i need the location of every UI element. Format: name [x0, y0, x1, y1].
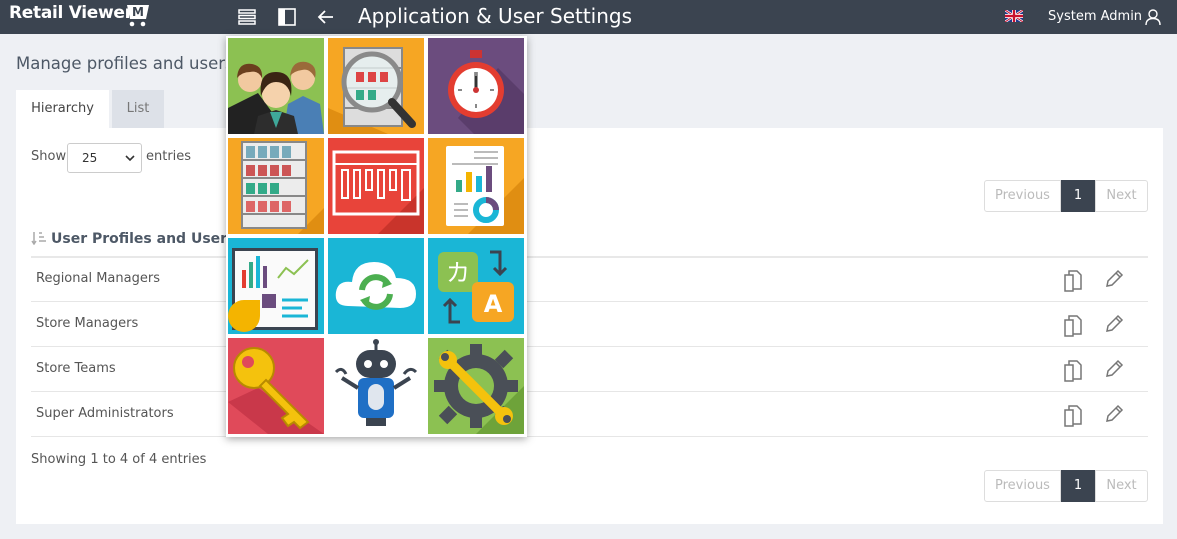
uk-flag-icon[interactable]	[1005, 10, 1023, 22]
copy-icon[interactable]	[1062, 403, 1084, 427]
pagination-top: Previous 1 Next	[984, 180, 1148, 212]
user-icon[interactable]	[1144, 8, 1162, 26]
launcher-tile-dashboard[interactable]	[228, 238, 324, 334]
row-name: Store Managers	[36, 316, 139, 331]
launcher-tile-floorplan[interactable]	[328, 138, 424, 234]
launcher-tile-robot[interactable]	[328, 338, 424, 434]
shelves-icon	[228, 138, 324, 234]
row-name: Store Teams	[36, 361, 116, 376]
page-1-button[interactable]: 1	[1061, 470, 1095, 502]
svg-text:M: M	[132, 5, 144, 19]
translate-icon: カ A	[428, 238, 524, 334]
section-heading: Manage profiles and users	[16, 54, 234, 73]
table-row[interactable]: Store Teams	[31, 347, 1148, 392]
dashboard-icon	[228, 238, 324, 334]
stopwatch-icon	[428, 38, 524, 134]
sort-icon[interactable]	[31, 231, 47, 245]
next-button[interactable]: Next	[1095, 470, 1148, 502]
users-icon	[228, 38, 324, 134]
pencil-icon[interactable]	[1103, 358, 1125, 380]
page-1-button[interactable]: 1	[1061, 180, 1095, 212]
entries-label: entries	[146, 149, 192, 164]
settings-tools-icon	[428, 338, 524, 434]
svg-text:カ: カ	[446, 259, 470, 287]
pencil-icon[interactable]	[1103, 268, 1125, 290]
entries-select-value: 25	[82, 151, 98, 165]
launcher-tile-translate[interactable]: カ A	[428, 238, 524, 334]
app-logo[interactable]: Retail Viewer	[9, 3, 133, 23]
previous-button[interactable]: Previous	[984, 470, 1061, 502]
table-row[interactable]: Super Administrators	[31, 392, 1148, 437]
key-icon	[228, 338, 324, 434]
logo-text: Retail Viewer	[9, 3, 133, 23]
launcher-tile-cloud-sync[interactable]	[328, 238, 424, 334]
chevron-down-icon	[125, 155, 135, 162]
pagination-bottom: Previous 1 Next	[984, 470, 1148, 502]
cart-logo-icon: M	[123, 5, 149, 27]
copy-icon[interactable]	[1062, 268, 1084, 292]
table-row[interactable]: Store Managers	[31, 302, 1148, 347]
table-row[interactable]: Regional Managers	[31, 257, 1148, 302]
tab-hierarchy[interactable]: Hierarchy	[16, 90, 109, 128]
row-name: Super Administrators	[36, 406, 174, 421]
launcher-tile-stopwatch[interactable]	[428, 38, 524, 134]
page-title: Application & User Settings	[358, 4, 633, 28]
copy-icon[interactable]	[1062, 313, 1084, 337]
floorplan-icon	[328, 138, 424, 234]
row-name: Regional Managers	[36, 271, 160, 286]
table-info: Showing 1 to 4 of 4 entries	[31, 452, 207, 467]
launcher-tile-users[interactable]	[228, 38, 324, 134]
pencil-icon[interactable]	[1103, 313, 1125, 335]
cloud-sync-icon	[328, 238, 424, 334]
launcher-tile-report[interactable]	[428, 138, 524, 234]
entries-select[interactable]: 25	[67, 143, 142, 173]
shelf-inspect-icon	[328, 38, 424, 134]
launcher-tile-shelf-inspect[interactable]	[328, 38, 424, 134]
sidebar-toggle-icon[interactable]	[276, 6, 298, 28]
menu-grid-icon[interactable]	[236, 6, 258, 28]
previous-button[interactable]: Previous	[984, 180, 1061, 212]
launcher-tile-key[interactable]	[228, 338, 324, 434]
launcher-tile-shelves[interactable]	[228, 138, 324, 234]
app-launcher-menu: カ A	[226, 36, 527, 437]
pencil-icon[interactable]	[1103, 403, 1125, 425]
table-header[interactable]: User Profiles and Users	[31, 231, 235, 247]
table-header-label: User Profiles and Users	[51, 231, 236, 247]
launcher-tile-settings-tools[interactable]	[428, 338, 524, 434]
back-arrow-icon[interactable]	[315, 6, 337, 28]
report-icon	[428, 138, 524, 234]
copy-icon[interactable]	[1062, 358, 1084, 382]
next-button[interactable]: Next	[1095, 180, 1148, 212]
show-label: Show	[31, 149, 67, 164]
top-bar: Retail Viewer M Application & User Setti…	[0, 0, 1177, 34]
user-name[interactable]: System Admin	[1048, 9, 1142, 24]
tab-list[interactable]: List	[112, 90, 164, 128]
robot-icon	[328, 338, 424, 434]
svg-text:A: A	[484, 290, 503, 318]
